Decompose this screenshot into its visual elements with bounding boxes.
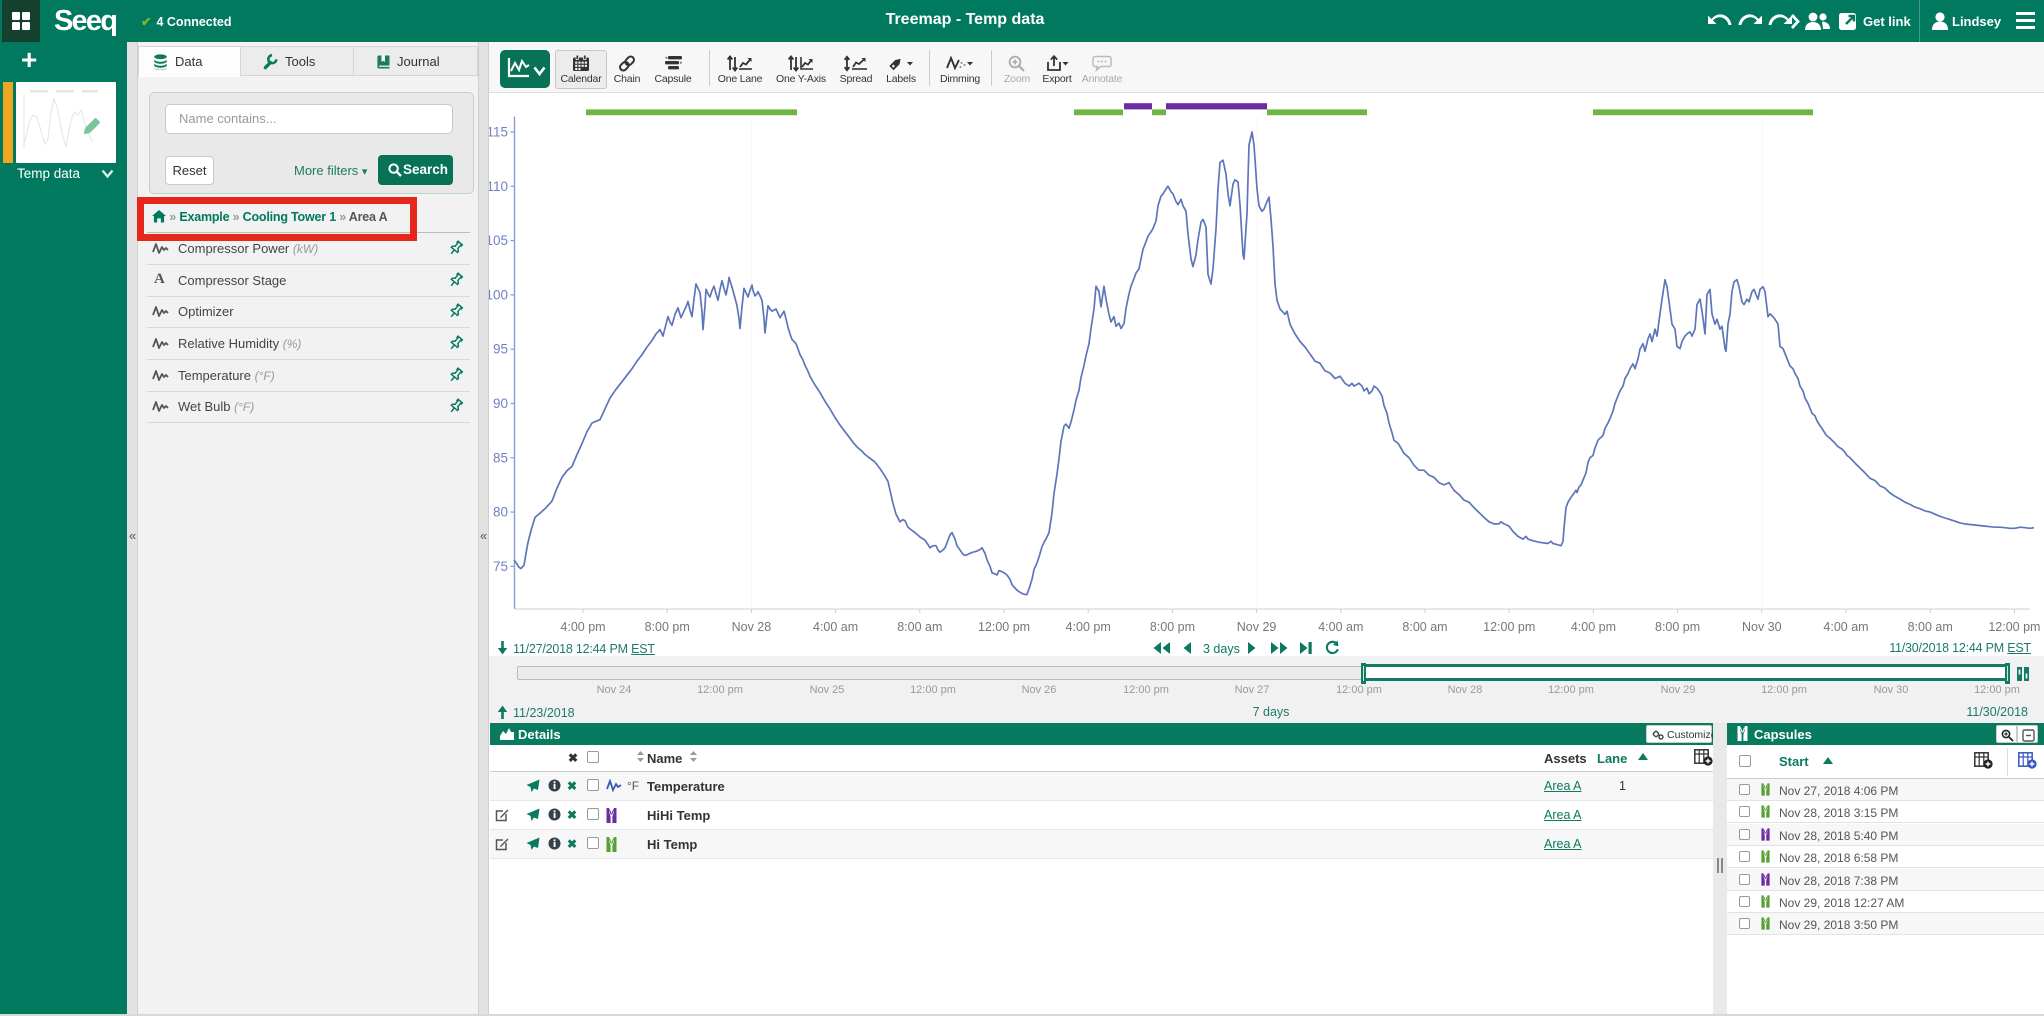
svg-text:12:00 pm: 12:00 pm: [978, 620, 1030, 634]
svg-text:Nov 28: Nov 28: [732, 620, 772, 634]
svg-text:110: 110: [489, 179, 508, 194]
svg-text:8:00 pm: 8:00 pm: [1655, 620, 1700, 634]
svg-text:8:00 am: 8:00 am: [897, 620, 942, 634]
svg-text:4:00 am: 4:00 am: [1823, 620, 1868, 634]
svg-text:Nov 29: Nov 29: [1237, 620, 1277, 634]
svg-text:4:00 pm: 4:00 pm: [560, 620, 605, 634]
svg-text:12:00 pm: 12:00 pm: [1483, 620, 1535, 634]
svg-text:4:00 pm: 4:00 pm: [1571, 620, 1616, 634]
svg-text:80: 80: [493, 505, 508, 520]
svg-text:8:00 pm: 8:00 pm: [645, 620, 690, 634]
svg-text:8:00 am: 8:00 am: [1402, 620, 1447, 634]
svg-text:115: 115: [489, 125, 508, 140]
svg-text:100: 100: [489, 287, 508, 302]
svg-text:85: 85: [493, 450, 508, 465]
svg-text:95: 95: [493, 342, 508, 357]
svg-text:8:00 am: 8:00 am: [1908, 620, 1953, 634]
svg-text:12:00 pm: 12:00 pm: [1988, 620, 2040, 634]
svg-text:4:00 am: 4:00 am: [813, 620, 858, 634]
svg-text:8:00 pm: 8:00 pm: [1150, 620, 1195, 634]
svg-text:105: 105: [489, 233, 508, 248]
svg-text:90: 90: [493, 396, 508, 411]
svg-text:4:00 pm: 4:00 pm: [1066, 620, 1111, 634]
svg-text:75: 75: [493, 559, 508, 574]
svg-text:4:00 am: 4:00 am: [1318, 620, 1363, 634]
svg-text:Nov 30: Nov 30: [1742, 620, 1782, 634]
